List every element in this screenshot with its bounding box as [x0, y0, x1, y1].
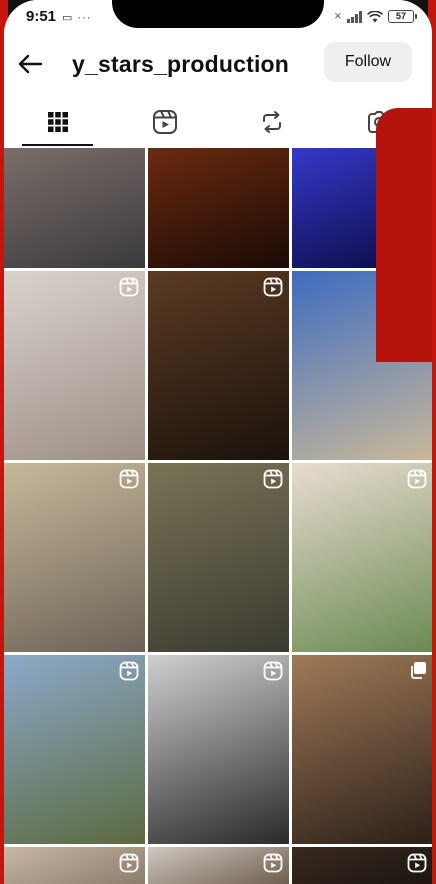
- carousel-icon: [409, 661, 427, 679]
- status-notification-icons: ▭ ···: [62, 12, 92, 24]
- reels-icon: [407, 853, 427, 873]
- camera-notch: [112, 0, 324, 28]
- mute-icon: ⨯: [333, 11, 342, 22]
- phone-frame: 9:51 ▭ ··· ⨯ 57 y_stars_production Follo…: [0, 0, 436, 884]
- post-thumbnail[interactable]: [292, 655, 432, 844]
- signal-icon: [347, 10, 362, 23]
- post-thumbnail[interactable]: [292, 463, 432, 652]
- tab-reposts[interactable]: [218, 96, 325, 148]
- posts-grid: [4, 148, 432, 884]
- reels-icon: [119, 277, 139, 297]
- profile-username: y_stars_production: [72, 51, 290, 77]
- arrow-left-icon: [18, 54, 43, 74]
- reels-icon: [263, 469, 283, 489]
- red-overlay-panel: [376, 108, 432, 362]
- post-thumbnail[interactable]: [292, 847, 432, 884]
- post-thumbnail[interactable]: [4, 271, 145, 460]
- wifi-icon: [367, 10, 383, 22]
- post-thumbnail[interactable]: [4, 463, 145, 652]
- reels-icon: [263, 661, 283, 681]
- post-thumbnail[interactable]: [148, 148, 289, 268]
- post-thumbnail[interactable]: [4, 148, 145, 268]
- battery-indicator: 57: [388, 10, 417, 23]
- post-thumbnail[interactable]: [148, 655, 289, 844]
- post-thumbnail[interactable]: [148, 271, 289, 460]
- status-bar: 9:51 ▭ ··· ⨯ 57: [4, 0, 432, 36]
- post-thumbnail[interactable]: [148, 463, 289, 652]
- screen: 9:51 ▭ ··· ⨯ 57 y_stars_production Follo…: [4, 0, 432, 884]
- reposts-icon: [262, 111, 281, 133]
- reels-icon: [119, 469, 139, 489]
- reels-icon: [263, 277, 283, 297]
- back-button[interactable]: [12, 46, 48, 82]
- profile-header: y_stars_production Follow: [4, 36, 432, 92]
- tab-reels[interactable]: [111, 96, 218, 148]
- status-right-icons: ⨯ 57: [333, 10, 417, 23]
- reels-icon: [119, 661, 139, 681]
- reels-icon: [263, 853, 283, 873]
- post-thumbnail[interactable]: [4, 655, 145, 844]
- grid-icon: [47, 112, 68, 132]
- status-time: 9:51: [26, 8, 57, 25]
- tab-posts-grid[interactable]: [4, 96, 111, 148]
- follow-button[interactable]: Follow: [324, 42, 412, 82]
- post-thumbnail[interactable]: [148, 847, 289, 884]
- post-thumbnail[interactable]: [4, 847, 145, 884]
- reels-icon: [407, 469, 427, 489]
- reels-icon: [119, 853, 139, 873]
- reels-icon: [152, 110, 177, 134]
- profile-tabs: [4, 96, 432, 148]
